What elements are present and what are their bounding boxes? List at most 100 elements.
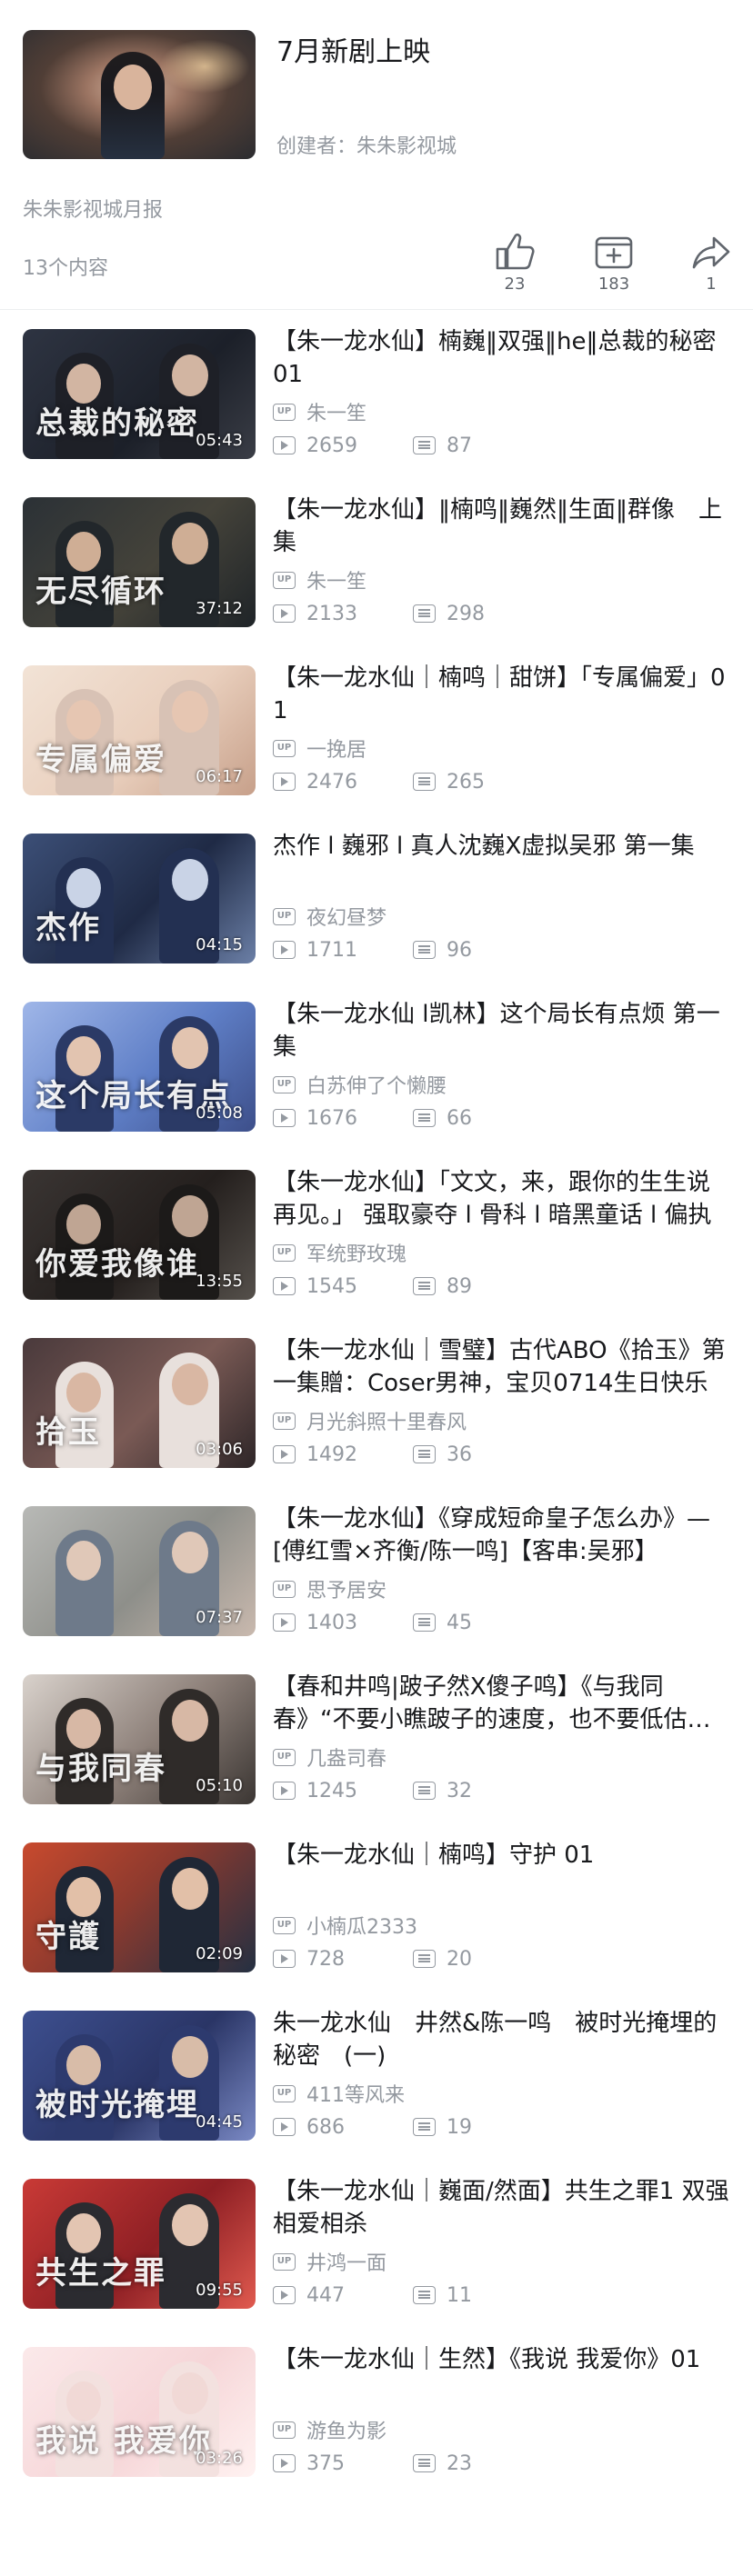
like-button[interactable]: 23 xyxy=(474,233,556,294)
play-count-value: 2659 xyxy=(306,434,357,457)
add-to-favorites-button[interactable]: 183 xyxy=(573,233,655,294)
video-thumbnail[interactable]: 你爱我像谁 13:55 xyxy=(23,1170,256,1300)
video-stats: 447 11 xyxy=(273,2281,553,2309)
danmaku-count: 23 xyxy=(413,2452,553,2475)
video-title[interactable]: 【朱一龙水仙｜楠鸣｜甜饼】「专属偏爱」01 xyxy=(273,662,733,727)
video-thumbnail[interactable]: 共生之罪 09:55 xyxy=(23,2179,256,2309)
video-item[interactable]: 07:37 【朱一龙水仙】《穿成短命皇子怎么办》—[傅红雪×齐衡/陈一鸣]【客串… xyxy=(0,1488,753,1656)
video-thumbnail[interactable]: 与我同春 05:10 xyxy=(23,1674,256,1804)
video-stats: 1545 89 xyxy=(273,1273,553,1300)
video-stats: 2133 298 xyxy=(273,600,553,627)
uploader-row[interactable]: UP 井鸿一面 xyxy=(273,2248,387,2275)
video-thumbnail[interactable]: 07:37 xyxy=(23,1506,256,1636)
uploader-name[interactable]: 游鱼为影 xyxy=(306,2415,387,2444)
video-thumbnail[interactable]: 守護 02:09 xyxy=(23,1842,256,1972)
uploader-row[interactable]: UP 军统野玫瑰 xyxy=(273,1239,407,1266)
danmaku-count-value: 23 xyxy=(447,2451,472,2475)
uploader-name[interactable]: 一挽居 xyxy=(306,734,366,763)
uploader-name[interactable]: 411等风来 xyxy=(306,2079,405,2108)
video-item[interactable]: 杰作 04:15 杰作 l 巍邪 l 真人沈巍X虚拟吴邪 第一集 UP 夜幻昼梦… xyxy=(0,815,753,983)
video-title[interactable]: 【朱一龙水仙｜巍面/然面】共生之罪1 双强 相爱相杀 xyxy=(273,2175,733,2241)
video-thumbnail[interactable]: 杰作 04:15 xyxy=(23,834,256,964)
uploader-row[interactable]: UP 游鱼为影 xyxy=(273,2416,387,2443)
video-duration: 04:45 xyxy=(196,2112,243,2132)
uploader-name[interactable]: 思予居安 xyxy=(306,1574,387,1603)
video-thumbnail[interactable]: 专属偏爱 06:17 xyxy=(23,665,256,795)
play-count-icon xyxy=(273,1445,296,1463)
video-item[interactable]: 我说 我爱你 03:26 【朱一龙水仙｜生然】《我说 我爱你》01 UP 游鱼为… xyxy=(0,2329,753,2497)
video-item[interactable]: 与我同春 05:10 【春和井鸣|跛子然X傻子鸣】《与我同春》“不要小瞧跛子的速… xyxy=(0,1656,753,1824)
thumbnail-art-text: 被时光掩埋 xyxy=(35,2087,199,2123)
video-item[interactable]: 总裁的秘密 05:43 【朱一龙水仙】楠巍‖双强‖he‖总裁的秘密 01 UP … xyxy=(0,311,753,479)
uploader-row[interactable]: UP 月光斜照十里春风 xyxy=(273,1407,467,1434)
play-count-value: 2476 xyxy=(306,770,357,794)
uploader-name[interactable]: 几盎司春 xyxy=(306,1742,387,1772)
thumbnail-face xyxy=(172,2372,208,2414)
uploader-name[interactable]: 军统野玫瑰 xyxy=(306,1238,407,1267)
video-thumbnail[interactable]: 总裁的秘密 05:43 xyxy=(23,329,256,459)
playlist-cover-image[interactable] xyxy=(23,30,256,159)
uploader-row[interactable]: UP 思予居安 xyxy=(273,1575,387,1603)
video-title[interactable]: 【朱一龙水仙｜楠鸣】守护 01 xyxy=(273,1839,733,1872)
uploader-name[interactable]: 朱一笙 xyxy=(306,397,366,426)
up-badge-icon: UP xyxy=(273,1243,296,1262)
uploader-name[interactable]: 小楠瓜2333 xyxy=(306,1911,417,1940)
danmaku-count-value: 20 xyxy=(447,1947,472,1971)
video-thumbnail[interactable]: 我说 我爱你 03:26 xyxy=(23,2347,256,2477)
thumbnail-face xyxy=(172,1363,208,1405)
uploader-row[interactable]: UP 411等风来 xyxy=(273,2080,405,2107)
video-thumbnail[interactable]: 这个局长有点 05:08 xyxy=(23,1002,256,1132)
danmaku-count: 66 xyxy=(413,1107,553,1130)
video-thumbnail[interactable]: 拾玉 03:06 xyxy=(23,1338,256,1468)
video-title[interactable]: 【朱一龙水仙】‖楠鸣‖巍然‖生面‖群像 上集 xyxy=(273,494,733,559)
play-count: 2659 xyxy=(273,434,413,457)
play-count: 1492 xyxy=(273,1443,413,1466)
video-item[interactable]: 这个局长有点 05:08 【朱一龙水仙 l凯林】这个局长有点烦 第一集 UP 白… xyxy=(0,983,753,1152)
video-item[interactable]: 拾玉 03:06 【朱一龙水仙｜雪璧】古代ABO《拾玉》第一集贈：Coser男神… xyxy=(0,1320,753,1488)
uploader-row[interactable]: UP 朱一笙 xyxy=(273,566,366,594)
thumbnail-face xyxy=(172,691,208,733)
danmaku-count-value: 11 xyxy=(447,2283,472,2307)
uploader-row[interactable]: UP 小楠瓜2333 xyxy=(273,1912,417,1939)
video-thumbnail[interactable]: 被时光掩埋 04:45 xyxy=(23,2011,256,2141)
add-favorite-icon xyxy=(595,236,633,269)
uploader-name[interactable]: 夜幻昼梦 xyxy=(306,902,387,931)
uploader-name[interactable]: 白苏伸了个懒腰 xyxy=(306,1070,447,1099)
uploader-name[interactable]: 朱一笙 xyxy=(306,565,366,594)
video-item[interactable]: 共生之罪 09:55 【朱一龙水仙｜巍面/然面】共生之罪1 双强 相爱相杀 UP… xyxy=(0,2161,753,2329)
video-title[interactable]: 【朱一龙水仙】楠巍‖双强‖he‖总裁的秘密 01 xyxy=(273,325,733,391)
up-badge-icon: UP xyxy=(273,571,296,589)
video-title[interactable]: 【朱一龙水仙｜生然】《我说 我爱你》01 xyxy=(273,2343,733,2376)
video-thumbnail[interactable]: 无尽循环 37:12 xyxy=(23,497,256,627)
video-duration: 03:26 xyxy=(196,2449,243,2468)
play-count-value: 686 xyxy=(306,2115,345,2139)
uploader-row[interactable]: UP 夜幻昼梦 xyxy=(273,903,387,930)
uploader-row[interactable]: UP 朱一笙 xyxy=(273,398,366,425)
video-item[interactable]: 你爱我像谁 13:55 【朱一龙水仙】「文文，来，跟你的生生说再见。」 强取豪夺… xyxy=(0,1152,753,1320)
video-title[interactable]: 朱一龙水仙 井然&陈一鸣 被时光掩埋的秘密 (一) xyxy=(273,2007,733,2072)
video-title[interactable]: 【朱一龙水仙】「文文，来，跟你的生生说再见。」 强取豪夺 l 骨科 l 暗黑童话… xyxy=(273,1166,733,1232)
uploader-row[interactable]: UP 一挽居 xyxy=(273,734,366,762)
share-button[interactable]: 1 xyxy=(670,233,752,294)
video-duration: 02:09 xyxy=(196,1944,243,1963)
uploader-name[interactable]: 月光斜照十里春风 xyxy=(306,1406,467,1435)
play-count-icon xyxy=(273,436,296,454)
uploader-name[interactable]: 井鸿一面 xyxy=(306,2247,387,2276)
video-item[interactable]: 被时光掩埋 04:45 朱一龙水仙 井然&陈一鸣 被时光掩埋的秘密 (一) UP… xyxy=(0,1992,753,2161)
video-title[interactable]: 【朱一龙水仙｜雪璧】古代ABO《拾玉》第一集贈：Coser男神，宝贝0714生日… xyxy=(273,1334,733,1400)
video-title[interactable]: 【朱一龙水仙 l凯林】这个局长有点烦 第一集 xyxy=(273,998,733,1063)
video-item[interactable]: 守護 02:09 【朱一龙水仙｜楠鸣】守护 01 UP 小楠瓜2333 728 … xyxy=(0,1824,753,1992)
video-title[interactable]: 杰作 l 巍邪 l 真人沈巍X虚拟吴邪 第一集 xyxy=(273,830,733,863)
uploader-row[interactable]: UP 白苏伸了个懒腰 xyxy=(273,1071,447,1098)
video-title[interactable]: 【朱一龙水仙】《穿成短命皇子怎么办》—[傅红雪×齐衡/陈一鸣]【客串:吴邪】 xyxy=(273,1503,733,1568)
playlist-creator[interactable]: 创建者：朱朱影视城 xyxy=(276,130,457,159)
video-item[interactable]: 专属偏爱 06:17 【朱一龙水仙｜楠鸣｜甜饼】「专属偏爱」01 UP 一挽居 … xyxy=(0,647,753,815)
uploader-row[interactable]: UP 几盎司春 xyxy=(273,1743,387,1771)
thumbnail-art-text: 我说 我爱你 xyxy=(35,2423,212,2460)
thumbnail-face xyxy=(172,859,208,901)
video-title[interactable]: 【春和井鸣|跛子然X傻子鸣】《与我同春》“不要小瞧跛子的速度，也不要低估傻子的痴… xyxy=(273,1671,733,1736)
up-badge-icon: UP xyxy=(273,1075,296,1093)
video-item[interactable]: 无尽循环 37:12 【朱一龙水仙】‖楠鸣‖巍然‖生面‖群像 上集 UP 朱一笙… xyxy=(0,479,753,647)
up-badge-icon: UP xyxy=(273,739,296,757)
video-duration: 05:43 xyxy=(196,431,243,450)
